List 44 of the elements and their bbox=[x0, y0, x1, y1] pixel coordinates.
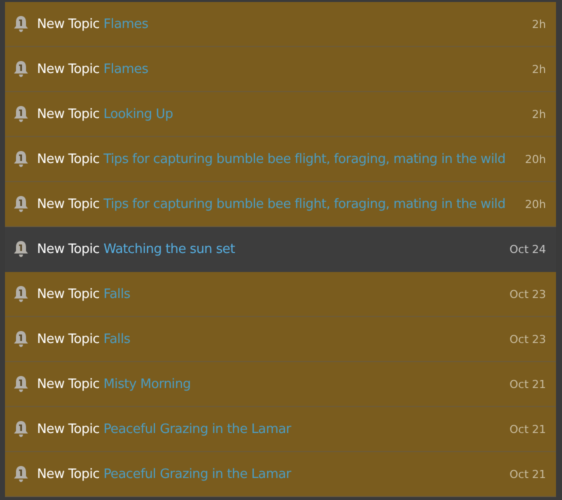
notification-label: New Topic bbox=[37, 196, 100, 212]
notification-label: New Topic bbox=[37, 422, 100, 436]
notification-time: 20h bbox=[525, 198, 546, 210]
notification-item[interactable]: New Topic Falls Oct 23 bbox=[5, 272, 556, 317]
bell-icon bbox=[13, 195, 29, 213]
notification-label: New Topic bbox=[37, 376, 100, 392]
bell-icon bbox=[13, 330, 29, 348]
notification-time: 20h bbox=[525, 152, 546, 166]
bell-icon bbox=[13, 375, 29, 393]
notification-time: Oct 21 bbox=[509, 468, 546, 480]
notification-label: New Topic bbox=[37, 466, 100, 482]
bell-icon bbox=[13, 150, 29, 168]
bell-icon bbox=[13, 240, 29, 258]
notification-time: Oct 21 bbox=[509, 422, 546, 436]
notification-label: New Topic bbox=[37, 152, 100, 166]
notification-label: New Topic bbox=[37, 332, 100, 346]
notification-item[interactable]: New Topic Flames 2h bbox=[5, 2, 556, 47]
bell-icon bbox=[13, 420, 29, 438]
notification-item[interactable]: New Topic Peaceful Grazing in the Lamar Oct 21 bbox=[5, 407, 556, 452]
bell-icon bbox=[13, 465, 29, 483]
notification-time: Oct 21 bbox=[509, 378, 546, 390]
notification-label: New Topic bbox=[37, 242, 100, 256]
notification-time: 2h bbox=[532, 108, 546, 120]
notification-item[interactable]: New Topic Falls Oct 23 bbox=[5, 317, 556, 362]
notification-item[interactable]: New Topic Misty Morning Oct 21 bbox=[5, 362, 556, 407]
notification-time: Oct 23 bbox=[509, 332, 546, 346]
notification-label: New Topic bbox=[37, 62, 100, 76]
notification-time: 2h bbox=[532, 18, 546, 30]
notification-time: Oct 24 bbox=[509, 242, 546, 256]
notification-label: New Topic bbox=[37, 106, 100, 122]
notification-label: New Topic bbox=[37, 286, 100, 302]
notification-label: New Topic bbox=[37, 16, 100, 32]
notification-item[interactable]: New Topic Tips for capturing bumble bee flight, foraging, mating in the wild 20h bbox=[5, 137, 556, 182]
topic-link[interactable]: Watching the sun set bbox=[103, 242, 235, 256]
notification-item[interactable]: New Topic Flames 2h bbox=[5, 47, 556, 92]
notification-time: 2h bbox=[532, 62, 546, 76]
bell-icon bbox=[13, 285, 29, 303]
notification-time: Oct 23 bbox=[509, 288, 546, 300]
notification-item[interactable]: New Topic Looking Up 2h bbox=[5, 92, 556, 137]
bell-icon bbox=[13, 60, 29, 78]
notification-item[interactable]: New Topic Tips for capturing bumble bee flight, foraging, mating in the wild 20h bbox=[5, 182, 556, 227]
bell-icon bbox=[13, 105, 29, 123]
notification-item[interactable]: New Topic Peaceful Grazing in the Lamar Oct 21 bbox=[5, 452, 556, 497]
bell-icon bbox=[13, 15, 29, 33]
